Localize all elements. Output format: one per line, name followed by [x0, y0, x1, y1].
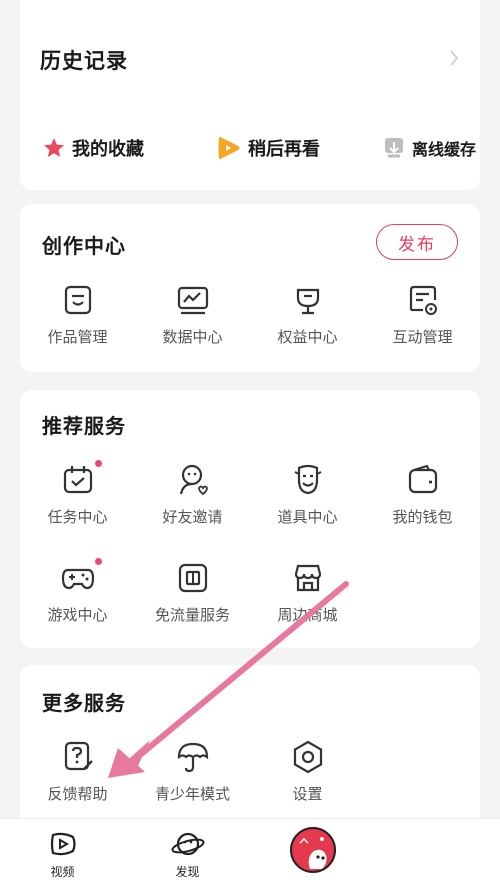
settings-icon — [290, 739, 326, 775]
free-data-label: 免流量服务 — [154, 606, 230, 624]
interaction-management[interactable]: 互动管理 — [365, 282, 480, 347]
offline-cache-label: 离线缓存 — [412, 140, 477, 159]
my-wallet-label: 我的钱包 — [392, 508, 453, 526]
feedback-help[interactable]: 反馈帮助 — [20, 739, 135, 804]
recommended-title: 推荐服务 — [42, 414, 126, 438]
friend-invite-label: 好友邀请 — [162, 508, 223, 526]
mask-icon — [290, 462, 326, 498]
feedback-help-label: 反馈帮助 — [47, 785, 108, 803]
feedback-icon — [60, 739, 96, 775]
play-later-icon — [218, 137, 240, 159]
benefits-icon — [290, 282, 326, 318]
settings[interactable]: 设置 — [250, 739, 365, 804]
more-services-card: 更多服务 反馈帮助 青少年模式 设置 — [20, 665, 480, 825]
benefits-center[interactable]: 权益中心 — [250, 282, 365, 347]
task-center[interactable]: 任务中心 — [20, 460, 135, 527]
my-wallet[interactable]: 我的钱包 — [365, 462, 480, 527]
publish-button[interactable]: 发布 — [376, 224, 458, 260]
watch-later-label: 稍后再看 — [248, 139, 320, 160]
recommended-services-card: 推荐服务 任务中心 好友邀请 道具中心 我的钱包 游戏中心 免流量服务 周边商城 — [20, 390, 480, 648]
free-data-service[interactable]: 免流量服务 — [135, 560, 250, 625]
tab-empty — [375, 819, 500, 889]
bottom-tab-bar: 视频 发现 — [0, 818, 500, 889]
interaction-icon — [405, 282, 441, 318]
recommended-row-1: 任务中心 好友邀请 道具中心 我的钱包 — [20, 460, 480, 527]
offline-cache-link[interactable]: 离线缓存 — [352, 136, 482, 160]
avatar — [289, 827, 336, 873]
chevron-right-icon — [448, 48, 460, 73]
teen-mode[interactable]: 青少年模式 — [135, 739, 250, 804]
calendar-icon — [60, 460, 102, 498]
favorites-link[interactable]: 我的收藏 — [42, 135, 192, 161]
creation-grid: 作品管理 数据中心 权益中心 互动管理 — [20, 282, 480, 347]
settings-label: 设置 — [292, 785, 323, 803]
watch-later-link[interactable]: 稍后再看 — [192, 135, 352, 161]
game-center-label: 游戏中心 — [47, 606, 108, 624]
recommended-row-2: 游戏中心 免流量服务 周边商城 — [20, 558, 480, 625]
notification-dot — [94, 558, 102, 565]
friend-invite[interactable]: 好友邀请 — [135, 462, 250, 527]
quick-links: 我的收藏 稍后再看 离线缓存 — [42, 128, 482, 168]
creation-center-title: 创作中心 — [42, 234, 126, 258]
works-icon — [60, 282, 96, 318]
download-icon — [385, 138, 403, 158]
favorites-label: 我的收藏 — [72, 139, 144, 160]
gamepad-icon — [60, 558, 102, 596]
more-services-title: 更多服务 — [42, 691, 126, 715]
history-row[interactable]: 历史记录 — [40, 40, 460, 80]
star-icon — [44, 138, 64, 157]
works-label: 作品管理 — [47, 328, 108, 346]
tab-discover[interactable]: 发现 — [125, 819, 250, 889]
invite-icon — [175, 462, 211, 498]
merch-store-label: 周边商城 — [277, 606, 338, 624]
data-center[interactable]: 数据中心 — [135, 282, 250, 347]
works-management[interactable]: 作品管理 — [20, 282, 135, 347]
planet-icon — [170, 832, 205, 856]
shop-icon — [290, 560, 326, 596]
benefits-label: 权益中心 — [277, 328, 338, 346]
top-card: 历史记录 我的收藏 稍后再看 离线缓存 — [20, 0, 480, 190]
game-center[interactable]: 游戏中心 — [20, 558, 135, 625]
props-center-label: 道具中心 — [277, 508, 338, 526]
more-services-grid: 反馈帮助 青少年模式 设置 — [20, 739, 480, 804]
tab-video-label: 视频 — [50, 865, 75, 879]
wallet-icon — [405, 462, 441, 498]
umbrella-icon — [175, 739, 211, 775]
video-icon — [50, 832, 76, 856]
data-icon — [175, 282, 211, 318]
sim-icon — [175, 560, 211, 596]
history-title: 历史记录 — [40, 49, 128, 73]
interaction-label: 互动管理 — [392, 328, 453, 346]
teen-mode-label: 青少年模式 — [154, 785, 230, 803]
creation-center-card: 创作中心 发布 作品管理 数据中心 权益中心 互动管理 — [20, 204, 480, 372]
task-center-label: 任务中心 — [47, 508, 108, 526]
notification-dot — [94, 460, 102, 467]
data-label: 数据中心 — [162, 328, 223, 346]
props-center[interactable]: 道具中心 — [250, 462, 365, 527]
tab-video[interactable]: 视频 — [0, 819, 125, 889]
tab-avatar[interactable] — [250, 819, 375, 889]
merch-store[interactable]: 周边商城 — [250, 560, 365, 625]
tab-discover-label: 发现 — [175, 865, 200, 879]
